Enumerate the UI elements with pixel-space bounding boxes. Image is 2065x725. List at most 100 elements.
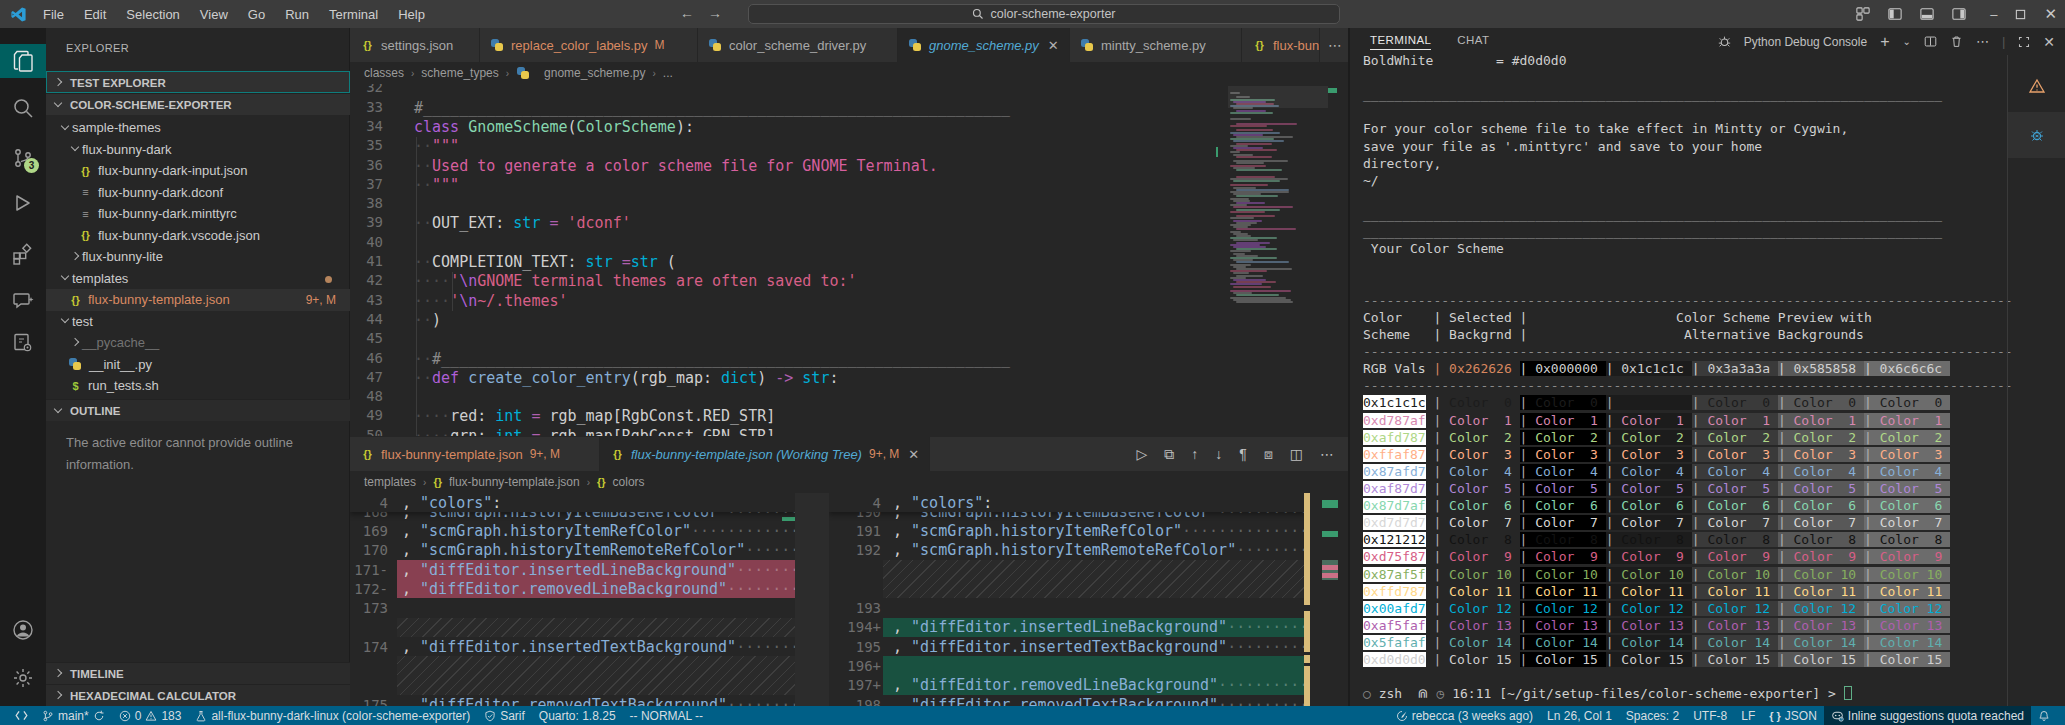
prev-change-icon[interactable]: ↑ [1191,446,1198,462]
menu-edit[interactable]: Edit [75,4,115,25]
status-spaces-2[interactable]: Spaces: 2 [1619,706,1686,725]
terminal-dropdown-icon[interactable]: ⌄ [1902,36,1910,47]
diff-editor[interactable]: 168, "scmGraph.historyItemBaseRefColor"·… [350,493,1348,706]
section-timeline[interactable]: TIMELINE [46,662,350,684]
tab-flux-bunny-template.json[interactable]: {}flux-bunny-template.json [1242,28,1320,62]
split-terminal-icon[interactable] [1924,35,1937,48]
toggle-sidebar-icon[interactable] [1888,7,1902,21]
status-all-flux-bunny-dark-linux-color-scheme-exporter[interactable]: all-flux-bunny-dark-linux (color-scheme-… [188,706,477,725]
menu-file[interactable]: File [34,4,73,25]
breadcrumb-item[interactable]: ... [663,66,673,80]
tree-item-__init__.py[interactable]: __init__.py [46,354,350,376]
terminal-more-icon[interactable]: ⋯ [1976,34,1989,49]
window-close-button[interactable]: ✕ [2044,5,2057,23]
tab-replace_color_labels.py[interactable]: replace_color_labels.pyM [480,28,698,62]
toggle-panel-icon[interactable] [1920,7,1934,21]
activity-search[interactable] [0,91,46,125]
breadcrumb-item[interactable]: gnome_scheme.py [544,66,645,80]
menu-selection[interactable]: Selection [117,4,188,25]
tab-close-icon[interactable]: ✕ [1048,38,1059,53]
tree-item-test[interactable]: test [46,311,350,333]
close-panel-icon[interactable]: ✕ [2043,34,2055,50]
more-actions-icon[interactable]: ⋯ [1320,446,1334,462]
status-sarif[interactable]: Sarif [477,706,532,725]
activity-chat[interactable] [0,284,46,318]
breadcrumb-item[interactable]: colors [613,475,645,489]
tab-gnome_scheme.py[interactable]: gnome_scheme.py✕ [898,28,1070,62]
tree-item-flux-bunny-dark.minttyrc[interactable]: ≡flux-bunny-dark.minttyrc [46,203,350,225]
command-center-search[interactable]: color-scheme-exporter [748,4,1340,24]
window-minimize-button[interactable]: – [1990,7,1997,22]
status-normal[interactable]: -- NORMAL -- [623,706,711,725]
minimap[interactable] [1228,86,1316,436]
tree-item-flux-bunny-dark-input.json[interactable]: {}flux-bunny-dark-input.json [46,160,350,182]
breadcrumb-item[interactable]: scheme_types [421,66,498,80]
breadcrumb-item[interactable]: templates [364,475,416,489]
status-ln-26-col-1[interactable]: Ln 26, Col 1 [1540,706,1619,725]
status-inline-suggestions-quota-reached[interactable]: Inline suggestions quota reached [1824,706,2031,725]
tree-item-flux-bunny-dark.dconf[interactable]: ≡flux-bunny-dark.dconf [46,182,350,204]
section-test-explorer[interactable]: TEST EXPLORER [46,71,350,93]
breadcrumb-item[interactable]: classes [364,66,404,80]
terminal-output[interactable]: BoldWhite = #d0d0d0 ____________________… [1363,53,2007,703]
status-remote[interactable] [8,706,35,725]
tab-settings.json[interactable]: {}settings.json [350,28,480,62]
nav-back-icon[interactable]: ← [680,5,694,21]
section-color-scheme-exporter[interactable]: COLOR-SCHEME-EXPORTER [46,93,350,115]
status-rebecca-3-weeks-ago[interactable]: rebecca (3 weeks ago) [1389,706,1540,725]
terminal-profile-label[interactable]: Python Debug Console [1744,35,1867,49]
code-editor[interactable]: 3233#___________________________________… [350,84,1348,436]
diff-left-scrollbar[interactable] [795,493,829,706]
menu-go[interactable]: Go [239,4,274,25]
tab-color_scheme_driver.py[interactable]: color_scheme_driver.py [698,28,898,62]
kill-terminal-icon[interactable] [1950,35,1963,48]
diff-breadcrumb[interactable]: templates›{}flux-bunny-template.json›{}c… [350,471,1348,493]
activity-source-control[interactable] [0,141,46,175]
next-change-icon[interactable]: ↓ [1215,446,1222,462]
minimap-slider[interactable] [1228,86,1328,108]
menu-terminal[interactable]: Terminal [320,4,387,25]
menu-help[interactable]: Help [389,4,434,25]
menu-view[interactable]: View [191,4,237,25]
activity-account[interactable] [0,613,46,647]
whitespace-icon[interactable]: ¶ [1239,446,1247,462]
tab-terminal[interactable]: TERMINAL [1370,34,1431,50]
tree-item-flux-bunny-lite[interactable]: flux-bunny-lite [46,246,350,268]
open-file-icon[interactable]: ⧈ [1264,446,1273,463]
tree-item-templates[interactable]: templates [46,268,350,290]
toggle-aux-bar-icon[interactable] [1952,7,1966,21]
tree-item-flux-bunny-dark.vscode.json[interactable]: {}flux-bunny-dark.vscode.json [46,225,350,247]
new-terminal-icon[interactable]: + [1880,33,1889,51]
menu-run[interactable]: Run [276,4,318,25]
terminal-tab-python-debug[interactable] [2008,112,2065,158]
status-0[interactable]: 0183 [112,706,189,725]
tree-item-flux-bunny-template.json[interactable]: {}flux-bunny-template.json9+, M [46,289,350,311]
activity-extensions[interactable] [0,237,46,271]
editor-breadcrumb[interactable]: classes›scheme_types›gnome_scheme.py›... [350,62,1348,84]
tab-chat[interactable]: CHAT [1457,34,1489,49]
section-hexadecimal-calculator[interactable]: HEXADECIMAL CALCULATOR [46,684,350,706]
customize-layout-icon[interactable] [1856,7,1870,21]
activity-explorer[interactable] [0,44,46,78]
status-lf[interactable]: LF [1734,706,1762,725]
tab-overflow-icon[interactable]: ⋯ [1320,37,1351,53]
status-json[interactable]: { }JSON [1762,706,1824,725]
tab-close-icon[interactable]: ✕ [908,447,919,462]
breadcrumb-item[interactable]: flux-bunny-template.json [449,475,580,489]
tree-item-sample-themes[interactable]: sample-themes [46,117,350,139]
window-maximize-button[interactable] [2015,9,2026,20]
split-editor-icon[interactable]: ◫ [1290,446,1303,462]
status-main[interactable]: main* [35,706,112,725]
maximize-panel-icon[interactable] [2018,36,2030,48]
terminal-tab-zsh[interactable] [2008,63,2065,109]
tree-item-flux-bunny-dark[interactable]: flux-bunny-dark [46,139,350,161]
open-changes-icon[interactable]: ⧉ [1164,446,1174,463]
activity-remote-tools[interactable] [0,326,46,360]
tab-mintty_scheme.py[interactable]: mintty_scheme.py [1070,28,1242,62]
status-bell[interactable] [2031,706,2057,725]
activity-run-debug[interactable] [0,187,46,221]
diff-tab[interactable]: {}flux-bunny-template.json9+, M [350,437,600,471]
status-quarto-1-8-25[interactable]: Quarto: 1.8.25 [532,706,623,725]
tree-item-__pycache__[interactable]: __pycache__ [46,332,350,354]
run-icon[interactable]: ▷ [1137,446,1148,462]
